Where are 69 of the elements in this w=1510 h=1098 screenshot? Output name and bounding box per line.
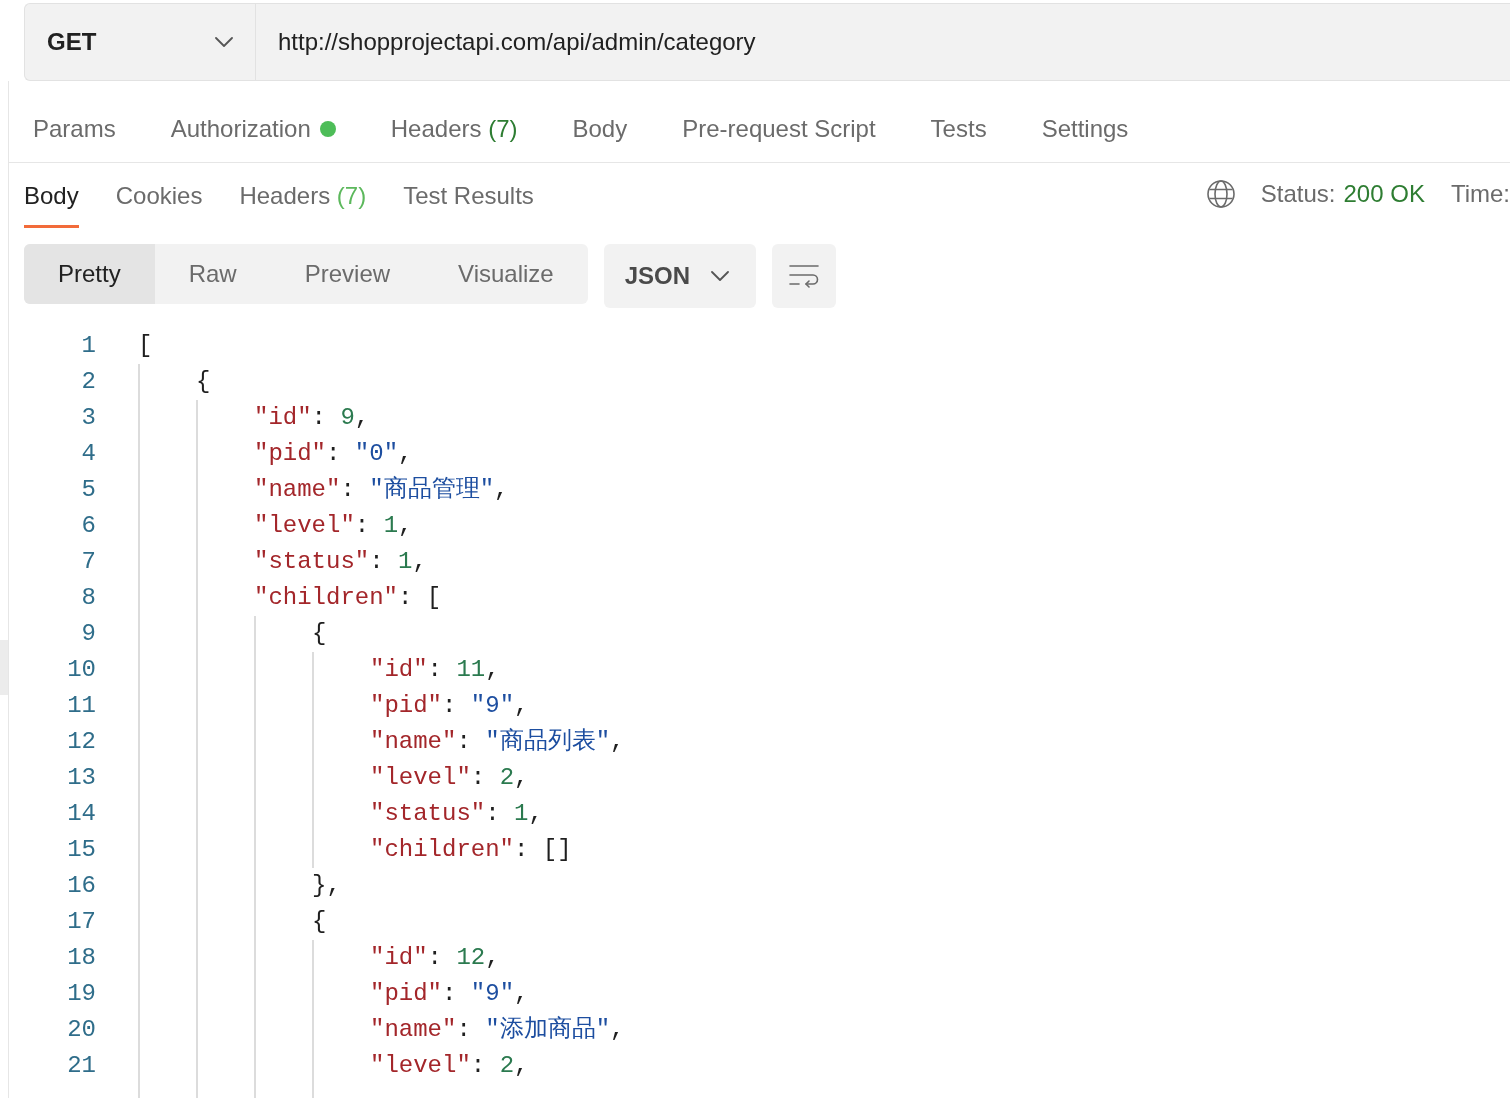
code-line: "id": 9, — [254, 403, 370, 433]
code-line: { — [196, 367, 211, 397]
line-number: 1 — [81, 331, 96, 361]
url-field[interactable]: http://shopprojectapi.com/api/admin/category — [256, 4, 1510, 80]
view-mode-tab[interactable]: Pretty — [24, 244, 155, 304]
view-mode-tab[interactable]: Preview — [270, 244, 425, 304]
request-tab[interactable]: Params — [33, 112, 116, 148]
response-tab[interactable]: Test Results — [403, 163, 534, 228]
code-line: "name": "商品列表", — [370, 727, 625, 757]
line-number: 4 — [81, 439, 96, 469]
code-line: "children": [ — [254, 583, 442, 613]
code-line: "level": 1, — [254, 511, 413, 541]
view-mode-tab[interactable]: Raw — [154, 244, 271, 304]
code-line: "status": 1, — [254, 547, 427, 577]
line-number: 13 — [67, 763, 96, 793]
code-line: "children": [] — [370, 835, 572, 865]
line-number: 20 — [67, 1015, 96, 1045]
status-value: 200 OK — [1343, 179, 1425, 209]
scrollbar-thumb[interactable] — [0, 640, 8, 695]
line-number: 2 — [81, 367, 96, 397]
line-number: 11 — [67, 691, 96, 721]
code-line: "pid": "9", — [370, 691, 529, 721]
request-tab[interactable]: Tests — [930, 112, 987, 148]
chevron-down-icon — [215, 37, 233, 47]
request-tab[interactable]: Headers (7) — [390, 112, 518, 148]
request-tab[interactable]: Body — [572, 112, 628, 148]
code-line: "id": 12, — [370, 943, 500, 973]
line-number: 18 — [67, 943, 96, 973]
code-line: "name": "商品管理", — [254, 475, 509, 505]
code-line: { — [312, 907, 327, 937]
code-line: "pid": "9", — [370, 979, 529, 1009]
code-line: "name": "添加商品", — [370, 1015, 625, 1045]
line-number: 12 — [67, 727, 96, 757]
request-tab[interactable]: Pre-request Script — [682, 112, 876, 148]
line-number: 8 — [81, 583, 96, 613]
line-number: 6 — [81, 511, 96, 541]
status-label: Status: — [1260, 179, 1336, 209]
code-line: { — [312, 619, 327, 649]
text-wrap-icon — [788, 264, 819, 288]
line-number: 14 — [67, 799, 96, 829]
code-line: "pid": "0", — [254, 439, 413, 469]
response-tab[interactable]: Cookies — [115, 163, 203, 228]
response-tab[interactable]: Body — [24, 163, 79, 228]
globe-icon[interactable] — [1206, 180, 1235, 208]
line-number: 7 — [81, 547, 96, 577]
code-line: "id": 11, — [370, 655, 500, 685]
method-dropdown[interactable]: GET — [25, 4, 256, 80]
response-tab[interactable]: Headers (7) — [239, 163, 367, 228]
code-line: "status": 1, — [370, 799, 543, 829]
line-number: 5 — [81, 475, 96, 505]
chevron-down-icon — [710, 271, 729, 281]
line-number: 15 — [67, 835, 96, 865]
view-mode-tab[interactable]: Visualize — [424, 244, 588, 304]
line-number: 19 — [67, 979, 96, 1009]
wrap-lines-button[interactable] — [771, 244, 836, 308]
line-number: 17 — [67, 907, 96, 937]
line-number: 16 — [67, 871, 96, 901]
code-line: "level": 2, — [370, 763, 529, 793]
format-dropdown[interactable]: JSON — [603, 244, 756, 308]
line-number: 3 — [81, 403, 96, 433]
line-number: 10 — [67, 655, 96, 685]
code-line: }, — [312, 871, 341, 901]
time-label: Time: — [1450, 179, 1510, 209]
code-line: "level": 2, — [370, 1051, 529, 1081]
line-number: 9 — [81, 619, 96, 649]
request-tab[interactable]: Settings — [1041, 112, 1129, 148]
line-number: 21 — [67, 1051, 96, 1081]
request-tab[interactable]: Authorization — [170, 112, 336, 148]
code-line: [ — [138, 331, 153, 361]
